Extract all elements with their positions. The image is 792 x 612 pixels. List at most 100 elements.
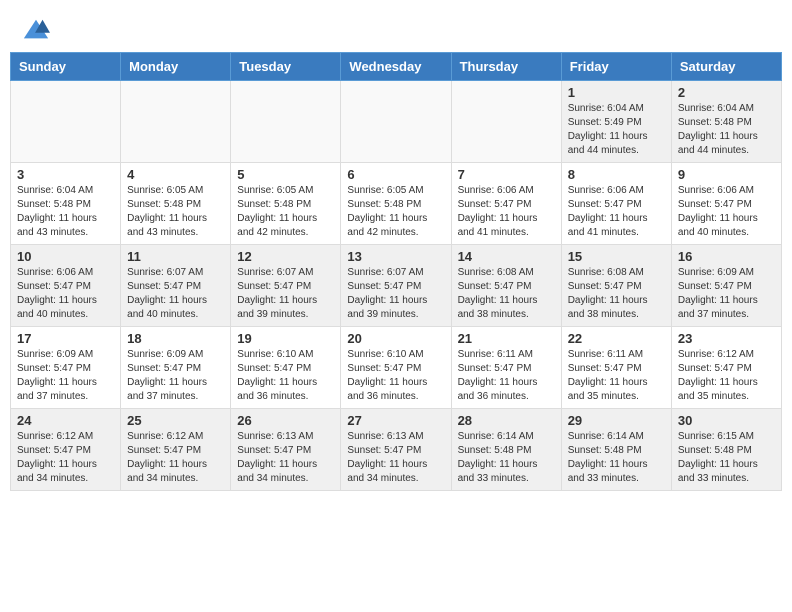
day-cell-2: 2 Sunrise: 6:04 AM Sunset: 5:48 PM Daylig… [671, 81, 781, 163]
logo-icon [22, 16, 50, 44]
day-cell-24: 24 Sunrise: 6:12 AM Sunset: 5:47 PM Dayli… [11, 409, 121, 491]
day-header-sunday: Sunday [11, 53, 121, 81]
day-header-monday: Monday [121, 53, 231, 81]
day-number: 21 [458, 331, 555, 346]
day-cell-5: 5 Sunrise: 6:05 AM Sunset: 5:48 PM Daylig… [231, 163, 341, 245]
day-info: Sunrise: 6:04 AM Sunset: 5:48 PM Dayligh… [17, 184, 114, 240]
day-info: Sunrise: 6:15 AM Sunset: 5:48 PM Dayligh… [678, 430, 775, 486]
day-info: Sunrise: 6:07 AM Sunset: 5:47 PM Dayligh… [127, 266, 224, 322]
day-info: Sunrise: 6:12 AM Sunset: 5:47 PM Dayligh… [127, 430, 224, 486]
day-number: 24 [17, 413, 114, 428]
day-number: 14 [458, 249, 555, 264]
day-info: Sunrise: 6:14 AM Sunset: 5:48 PM Dayligh… [458, 430, 555, 486]
day-info: Sunrise: 6:04 AM Sunset: 5:49 PM Dayligh… [568, 102, 665, 158]
day-cell-3: 3 Sunrise: 6:04 AM Sunset: 5:48 PM Daylig… [11, 163, 121, 245]
day-number: 9 [678, 167, 775, 182]
day-cell-6: 6 Sunrise: 6:05 AM Sunset: 5:48 PM Daylig… [341, 163, 451, 245]
day-cell-17: 17 Sunrise: 6:09 AM Sunset: 5:47 PM Dayli… [11, 327, 121, 409]
day-info: Sunrise: 6:11 AM Sunset: 5:47 PM Dayligh… [458, 348, 555, 404]
day-cell-28: 28 Sunrise: 6:14 AM Sunset: 5:48 PM Dayli… [451, 409, 561, 491]
day-cell-13: 13 Sunrise: 6:07 AM Sunset: 5:47 PM Dayli… [341, 245, 451, 327]
day-info: Sunrise: 6:11 AM Sunset: 5:47 PM Dayligh… [568, 348, 665, 404]
week-row-3: 17 Sunrise: 6:09 AM Sunset: 5:47 PM Dayli… [11, 327, 782, 409]
day-number: 10 [17, 249, 114, 264]
day-number: 20 [347, 331, 444, 346]
day-number: 26 [237, 413, 334, 428]
day-number: 25 [127, 413, 224, 428]
day-cell-18: 18Sunrise: 6:09 AM Sunset: 5:47 PM Dayli… [121, 327, 231, 409]
day-cell-empty [341, 81, 451, 163]
week-row-0: 1 Sunrise: 6:04 AM Sunset: 5:49 PM Daylig… [11, 81, 782, 163]
day-cell-10: 10 Sunrise: 6:06 AM Sunset: 5:47 PM Dayli… [11, 245, 121, 327]
calendar-body: 1 Sunrise: 6:04 AM Sunset: 5:49 PM Daylig… [11, 81, 782, 491]
day-info: Sunrise: 6:07 AM Sunset: 5:47 PM Dayligh… [347, 266, 444, 322]
day-cell-7: 7Sunrise: 6:06 AM Sunset: 5:47 PM Daylig… [451, 163, 561, 245]
day-cell-empty [451, 81, 561, 163]
day-info: Sunrise: 6:07 AM Sunset: 5:47 PM Dayligh… [237, 266, 334, 322]
day-number: 6 [347, 167, 444, 182]
day-info: Sunrise: 6:05 AM Sunset: 5:48 PM Dayligh… [237, 184, 334, 240]
day-info: Sunrise: 6:04 AM Sunset: 5:48 PM Dayligh… [678, 102, 775, 158]
day-cell-20: 20 Sunrise: 6:10 AM Sunset: 5:47 PM Dayli… [341, 327, 451, 409]
day-info: Sunrise: 6:08 AM Sunset: 5:47 PM Dayligh… [458, 266, 555, 322]
day-info: Sunrise: 6:10 AM Sunset: 5:47 PM Dayligh… [347, 348, 444, 404]
day-header-thursday: Thursday [451, 53, 561, 81]
logo [20, 16, 50, 44]
day-info: Sunrise: 6:09 AM Sunset: 5:47 PM Dayligh… [17, 348, 114, 404]
day-number: 30 [678, 413, 775, 428]
day-info: Sunrise: 6:12 AM Sunset: 5:47 PM Dayligh… [17, 430, 114, 486]
day-number: 3 [17, 167, 114, 182]
day-number: 18 [127, 331, 224, 346]
day-info: Sunrise: 6:09 AM Sunset: 5:47 PM Dayligh… [678, 266, 775, 322]
page-header [0, 0, 792, 52]
day-info: Sunrise: 6:12 AM Sunset: 5:47 PM Dayligh… [678, 348, 775, 404]
day-cell-empty [231, 81, 341, 163]
day-number: 4 [127, 167, 224, 182]
day-info: Sunrise: 6:05 AM Sunset: 5:48 PM Dayligh… [127, 184, 224, 240]
day-cell-4: 4 Sunrise: 6:05 AM Sunset: 5:48 PM Daylig… [121, 163, 231, 245]
day-number: 5 [237, 167, 334, 182]
day-info: Sunrise: 6:13 AM Sunset: 5:47 PM Dayligh… [347, 430, 444, 486]
day-cell-21: 21 Sunrise: 6:11 AM Sunset: 5:47 PM Dayli… [451, 327, 561, 409]
day-cell-30: 30 Sunrise: 6:15 AM Sunset: 5:48 PM Dayli… [671, 409, 781, 491]
day-cell-23: 23 Sunrise: 6:12 AM Sunset: 5:47 PM Dayli… [671, 327, 781, 409]
day-number: 17 [17, 331, 114, 346]
day-info: Sunrise: 6:06 AM Sunset: 5:47 PM Dayligh… [17, 266, 114, 322]
day-info: Sunrise: 6:05 AM Sunset: 5:48 PM Dayligh… [347, 184, 444, 240]
day-header-tuesday: Tuesday [231, 53, 341, 81]
day-cell-12: 12Sunrise: 6:07 AM Sunset: 5:47 PM Dayli… [231, 245, 341, 327]
day-header-wednesday: Wednesday [341, 53, 451, 81]
day-number: 2 [678, 85, 775, 100]
week-row-1: 3 Sunrise: 6:04 AM Sunset: 5:48 PM Daylig… [11, 163, 782, 245]
day-cell-1: 1 Sunrise: 6:04 AM Sunset: 5:49 PM Daylig… [561, 81, 671, 163]
day-info: Sunrise: 6:10 AM Sunset: 5:47 PM Dayligh… [237, 348, 334, 404]
day-number: 29 [568, 413, 665, 428]
day-cell-19: 19 Sunrise: 6:10 AM Sunset: 5:47 PM Dayli… [231, 327, 341, 409]
day-cell-26: 26 Sunrise: 6:13 AM Sunset: 5:47 PM Dayli… [231, 409, 341, 491]
week-row-4: 24 Sunrise: 6:12 AM Sunset: 5:47 PM Dayli… [11, 409, 782, 491]
day-header-friday: Friday [561, 53, 671, 81]
calendar-table: SundayMondayTuesdayWednesdayThursdayFrid… [10, 52, 782, 491]
day-info: Sunrise: 6:13 AM Sunset: 5:47 PM Dayligh… [237, 430, 334, 486]
day-number: 16 [678, 249, 775, 264]
day-number: 11 [127, 249, 224, 264]
day-cell-empty [11, 81, 121, 163]
day-number: 8 [568, 167, 665, 182]
day-info: Sunrise: 6:08 AM Sunset: 5:47 PM Dayligh… [568, 266, 665, 322]
day-info: Sunrise: 6:06 AM Sunset: 5:47 PM Dayligh… [568, 184, 665, 240]
day-info: Sunrise: 6:06 AM Sunset: 5:47 PM Dayligh… [678, 184, 775, 240]
day-number: 15 [568, 249, 665, 264]
day-number: 13 [347, 249, 444, 264]
day-cell-14: 14 Sunrise: 6:08 AM Sunset: 5:47 PM Dayli… [451, 245, 561, 327]
day-number: 23 [678, 331, 775, 346]
day-number: 28 [458, 413, 555, 428]
calendar-header-row: SundayMondayTuesdayWednesdayThursdayFrid… [11, 53, 782, 81]
day-number: 7 [458, 167, 555, 182]
day-info: Sunrise: 6:14 AM Sunset: 5:48 PM Dayligh… [568, 430, 665, 486]
day-cell-11: 11 Sunrise: 6:07 AM Sunset: 5:47 PM Dayli… [121, 245, 231, 327]
day-number: 1 [568, 85, 665, 100]
day-cell-16: 16 Sunrise: 6:09 AM Sunset: 5:47 PM Dayli… [671, 245, 781, 327]
day-number: 19 [237, 331, 334, 346]
day-cell-8: 8 Sunrise: 6:06 AM Sunset: 5:47 PM Daylig… [561, 163, 671, 245]
day-cell-25: 25 Sunrise: 6:12 AM Sunset: 5:47 PM Dayli… [121, 409, 231, 491]
